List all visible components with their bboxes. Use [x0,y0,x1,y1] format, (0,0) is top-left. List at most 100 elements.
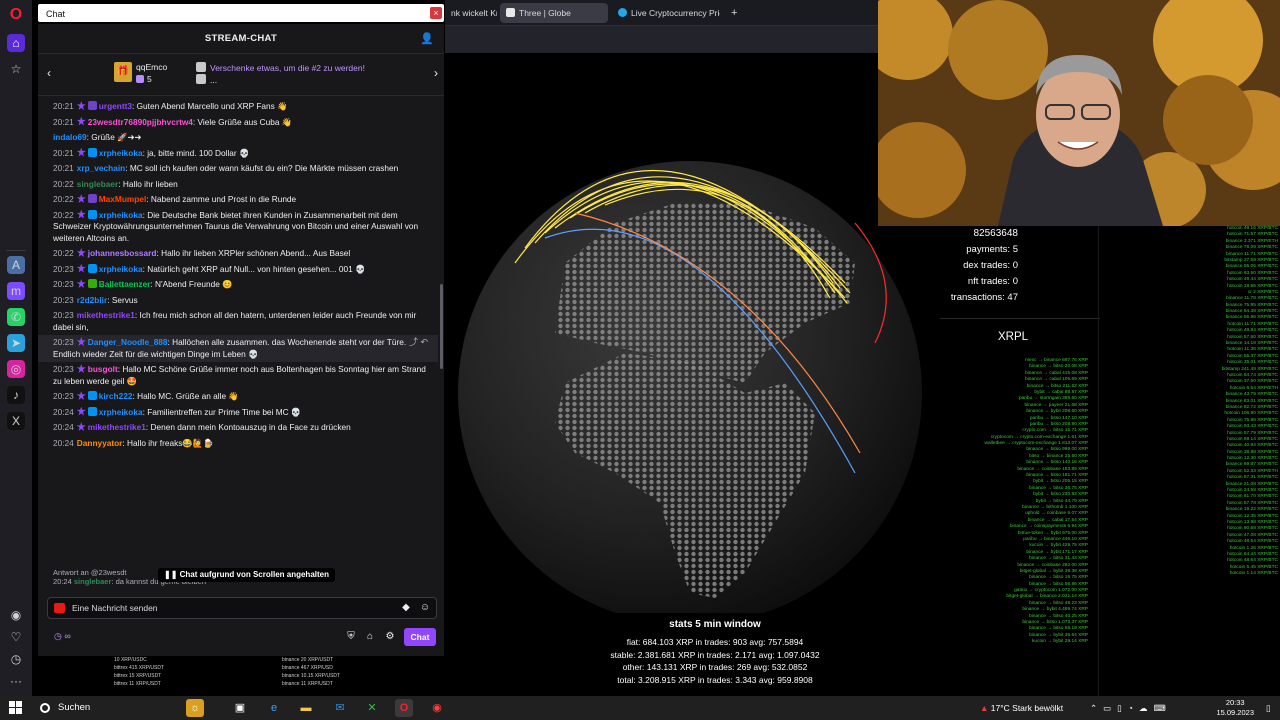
system-tray-icons[interactable]: ⌃▭▯◔☁⌨ [1090,696,1172,720]
chat-username[interactable]: mikethestrike1 [77,310,135,320]
chat-username[interactable]: r2d2blir [77,295,107,305]
globe-visualization[interactable]: stats 5 min window fiat: 684.103 XRP in … [445,53,940,696]
chat-username[interactable]: Ballettaenzer [99,279,151,289]
prime-badge-icon[interactable] [87,406,97,416]
star-badge-icon[interactable] [76,422,86,431]
chat-message[interactable]: 20:22 MaxMumpel: Nabend zamme und Prost i… [38,192,438,208]
chat-message[interactable]: 20:21 urgentt3: Guten Abend Marcello und … [38,99,438,115]
chat-message[interactable]: 20:22 johannesbossard: Hallo ihr lieben X… [38,246,438,262]
star-badge-icon[interactable] [76,406,86,416]
star-badge-icon[interactable] [76,364,86,373]
camera-icon[interactable] [54,603,65,613]
chat-message[interactable]: 20:22 xrpheikoka: Die Deutsche Bank biete… [38,208,438,247]
gear-icon[interactable]: ⚙ [383,630,397,644]
opera-gx-icon[interactable]: ◉ [428,699,446,717]
star-badge-icon[interactable] [76,101,86,110]
chat-username[interactable]: Danger_Noodle_888 [88,337,168,347]
gifter-name[interactable]: qqEmco [136,62,167,72]
chat-message[interactable]: 20:21 23wesdtr76890pjjbhvcrtw4: Viele Grü… [38,115,438,131]
chat-username[interactable]: xrpheikoka [99,407,143,417]
star-badge-icon[interactable] [76,116,86,126]
x-twitter-icon[interactable]: X [7,412,25,430]
opera-taskbar-icon[interactable]: O [395,699,413,717]
chat-username[interactable]: singlebaer [77,179,119,189]
chat-username[interactable]: MaxMumpel [99,194,146,204]
reply-icon[interactable]: ⤴ ↶ [409,337,428,349]
star-badge-icon[interactable] [76,248,86,257]
prime-badge-icon[interactable] [87,391,97,400]
new-tab-button[interactable]: + [725,3,745,23]
emote-icon[interactable]: ☺ [418,601,432,615]
tab-crypto-prices[interactable]: Live Cryptocurrency Price [612,3,720,23]
instagram-icon[interactable]: ◎ [7,360,25,378]
windows-start-button[interactable] [9,701,23,715]
chat-message[interactable]: 20:24 xrpheikoka: Familientreffen zur Pri… [38,405,438,421]
chevron-right-icon[interactable]: › [434,66,438,80]
chat-message[interactable]: 20:23 Ballettaenzer: N'Abend Freunde 😊 [38,277,438,293]
chat-send-button[interactable]: Chat [404,628,436,646]
task-view-icon[interactable]: ▣ [231,699,249,717]
users-icon[interactable]: 👤 [420,32,434,46]
chat-username[interactable]: 23wesdtr76890pjjbhvcrtw4 [88,117,193,127]
chat-message[interactable]: 20:23 kirch222: Hallo MC. Grüße an alle 👋 [38,389,438,405]
more-icon[interactable]: ··· [7,672,25,690]
notification-icon[interactable]: ▯ [1266,696,1271,720]
chat-message[interactable]: 20:23 mikethestrike1: Ich freu mich schon… [38,308,438,335]
star-badge-icon[interactable] [76,337,86,346]
chat-message[interactable]: 20:21 xrpheikoka: ja, bitte mind. 100 Dol… [38,146,438,162]
star-badge-icon[interactable] [76,194,86,203]
xbox-icon[interactable]: ✕ [363,699,381,717]
chat-message-list[interactable]: 20:21 urgentt3: Guten Abend Marcello und … [38,99,438,569]
chat-message[interactable]: 20:24 Dannyyator: Hallo ihr freaks😂🙋🍺 [38,436,438,452]
chat-message[interactable]: 20:23 busgolt: Hallo MC Schöne Grüße imme… [38,362,438,389]
heart-icon[interactable]: ♡ [7,628,25,646]
chat-username[interactable]: indalo69 [53,132,87,142]
prime-badge-icon[interactable] [87,209,97,219]
chat-message[interactable]: ⤴ ↶ 20:23 Danger_Noodle_888: Hallöchen all… [38,335,438,362]
chat-username[interactable]: johannesbossard [88,248,157,258]
chevron-left-icon[interactable]: ‹ [47,66,51,80]
prime-badge-icon[interactable] [87,263,97,273]
chat-username[interactable]: mikethestrike1 [88,422,146,432]
chat-message[interactable]: 20:23 r2d2blir: Servus [38,293,438,309]
shop-icon[interactable]: ⌂ [363,630,377,644]
bits-icon[interactable]: ◆ [399,601,413,615]
shield-icon[interactable]: ⛨ [344,630,358,644]
mail-icon[interactable]: ✉ [331,699,349,717]
close-chat-button[interactable]: × [430,7,442,19]
chat-username[interactable]: xrpheikoka [99,264,143,274]
star-badge-icon[interactable] [76,391,86,400]
player-icon[interactable]: ◉ [7,606,25,624]
chat-message[interactable]: 20:23 xrpheikoka: Natürlich geht XRP auf … [38,262,438,278]
tab-three-globe[interactable]: Three | Globe [500,3,608,23]
sub-badge-icon[interactable] [87,101,97,110]
star-badge-icon[interactable] [76,263,86,273]
chat-paused-button[interactable]: ❚❚ Chat aufgrund von Scrollen angehalten [158,568,335,582]
chat-search-input[interactable] [38,5,418,23]
channel-points[interactable]: ◷ ∞ [54,631,71,642]
address-bar[interactable] [445,25,880,53]
telegram-icon[interactable]: ➤ [7,334,25,352]
chat-username[interactable]: xrpheikoka [99,210,143,220]
star-badge-icon[interactable] [76,147,86,157]
star-badge-icon[interactable] [76,209,86,219]
chat-username[interactable]: kirch222 [99,391,133,401]
file-explorer-icon[interactable]: ▬ [297,699,315,717]
tiktok-icon[interactable]: ♪ [7,386,25,404]
edge-icon[interactable]: e [265,699,283,717]
star-badge-icon[interactable] [76,279,86,288]
chat-username[interactable]: busgolt [88,364,118,374]
whatsapp-icon[interactable]: ✆ [7,308,25,326]
home-icon[interactable]: ⌂ [7,34,25,52]
tab-1[interactable]: nk wickelt Kr [445,3,497,23]
prime-badge-icon[interactable] [87,147,97,157]
chat-username[interactable]: xrp_vechain [77,163,125,173]
messenger-icon[interactable]: m [7,282,25,300]
speed-dial-icon[interactable]: ☆ [7,60,25,78]
chat-username[interactable]: Dannyyator [77,438,123,448]
taskbar-clock[interactable]: 20:33 15.09.2023 [1216,698,1254,718]
chat-message-input[interactable] [72,600,392,616]
weather-widget[interactable]: ▲ 17°C Stark bewölkt [980,696,1063,720]
sub-badge-icon[interactable] [87,194,97,203]
taskbar-search[interactable]: Suchen [34,698,172,718]
